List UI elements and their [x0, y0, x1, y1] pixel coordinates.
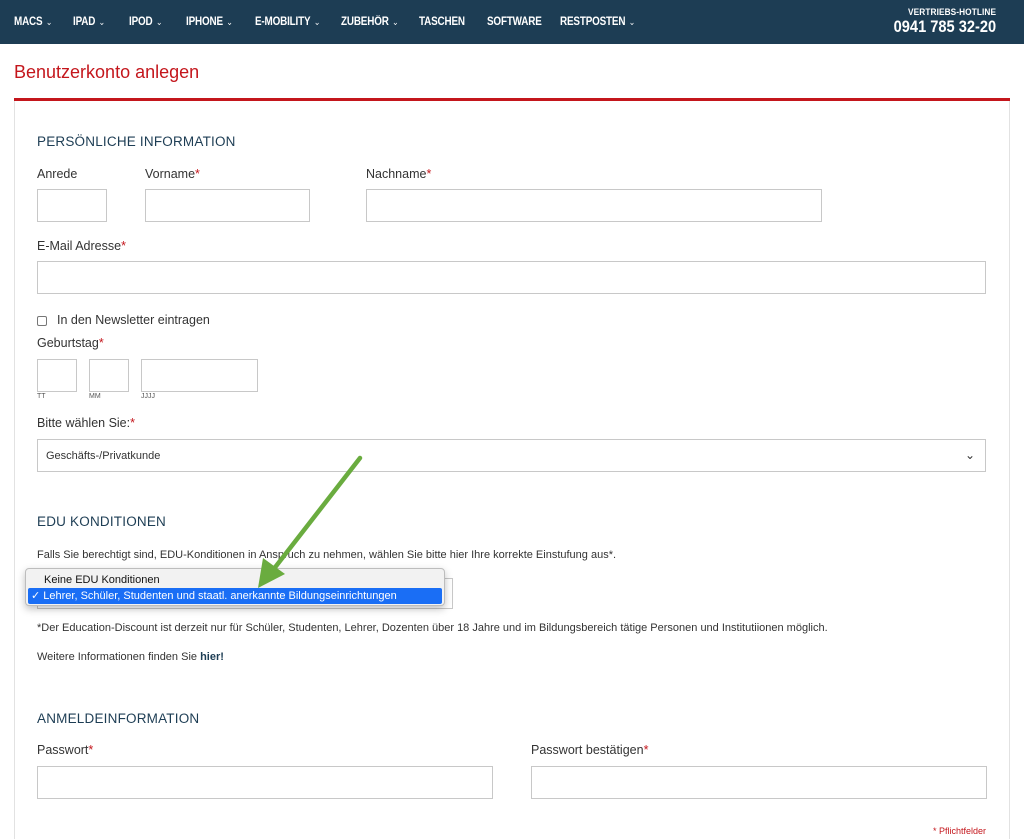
- password-confirm-label-text: Passwort bestätigen: [531, 743, 644, 757]
- more-info-text: Weitere Informationen finden Sie hier!: [37, 651, 224, 663]
- birthday-day-input[interactable]: [37, 359, 77, 392]
- email-label-text: E-Mail Adresse: [37, 239, 122, 253]
- newsletter-label[interactable]: In den Newsletter eintragen: [57, 313, 210, 327]
- password-confirm-input[interactable]: [531, 766, 987, 799]
- password-label-text: Passwort: [37, 743, 89, 757]
- required-mark: *: [98, 336, 104, 350]
- required-mark: *: [643, 743, 649, 757]
- nav-item-label: TASCHEN: [419, 16, 465, 28]
- customer-type-select[interactable]: Geschäfts-/Privatkunde ⌄: [37, 439, 986, 472]
- birthday-year-hint: JJJJ: [141, 393, 155, 400]
- customer-type-label-text: Bitte wählen Sie:: [37, 416, 131, 430]
- top-navigation: MACS ⌄ IPAD ⌄ IPOD ⌄ IPHONE ⌄ E-MOBILITY ⌄ ZU…: [0, 0, 1024, 44]
- nav-item-ipod[interactable]: IPOD ⌄: [129, 0, 162, 44]
- more-info-prefix: Weitere Informationen finden Sie: [37, 651, 201, 663]
- edu-option-teachers-students[interactable]: ✓ Lehrer, Schüler, Studenten und staatl.…: [28, 588, 442, 604]
- salutation-label-text: Anrede: [37, 167, 78, 181]
- chevron-down-icon: ⌄: [964, 448, 975, 462]
- firstname-input[interactable]: [145, 189, 310, 222]
- section-title-edu: EDU KONDITIONEN: [37, 514, 167, 529]
- chevron-down-icon: ⌄: [155, 17, 163, 27]
- birthday-year-input[interactable]: [141, 359, 258, 392]
- nav-item-zubehoer[interactable]: ZUBEHÖR ⌄: [341, 0, 399, 44]
- chevron-down-icon: ⌄: [98, 17, 105, 27]
- birthday-day-hint: TT: [37, 393, 46, 400]
- required-mark: *: [88, 743, 94, 757]
- lastname-label-text: Nachname: [366, 167, 427, 181]
- nav-item-label: RESTPOSTEN: [560, 16, 626, 28]
- customer-type-label: Bitte wählen Sie:*: [37, 416, 135, 430]
- nav-item-software[interactable]: SOFTWARE: [487, 0, 542, 44]
- lastname-input[interactable]: [366, 189, 822, 222]
- newsletter-checkbox[interactable]: [37, 316, 47, 326]
- nav-item-e-mobility[interactable]: E-MOBILITY ⌄: [255, 0, 320, 44]
- birthday-month-hint: MM: [89, 393, 101, 400]
- nav-item-macs[interactable]: MACS ⌄: [14, 0, 52, 44]
- hotline-number[interactable]: 0941 785 32-20: [894, 17, 996, 36]
- nav-item-label: SOFTWARE: [487, 16, 542, 28]
- birthday-month-input[interactable]: [89, 359, 129, 392]
- chevron-down-icon: ⌄: [226, 17, 233, 27]
- nav-item-restposten[interactable]: RESTPOSTEN ⌄: [560, 0, 635, 44]
- more-info-link[interactable]: hier!: [200, 651, 224, 663]
- edu-disclaimer: *Der Education-Discount ist derzeit nur …: [37, 622, 828, 634]
- edu-option-none[interactable]: Keine EDU Konditionen: [28, 572, 442, 588]
- required-mark: *: [195, 167, 200, 181]
- chevron-down-icon: ⌄: [392, 17, 399, 27]
- edu-dropdown-popup: Keine EDU Konditionen ✓ Lehrer, Schüler,…: [25, 568, 445, 606]
- required-mark: *: [121, 239, 126, 253]
- firstname-label-text: Vorname: [145, 167, 196, 181]
- edu-intro-text: Falls Sie berechtigt sind, EDU-Kondition…: [37, 549, 617, 561]
- hotline: VERTRIEBS-HOTLINE 0941 785 32-20: [877, 7, 996, 36]
- section-title-login: ANMELDEINFORMATION: [37, 711, 200, 726]
- nav-item-label: IPOD: [129, 16, 153, 28]
- chevron-down-icon: ⌄: [45, 17, 53, 27]
- salutation-label: Anrede: [37, 167, 77, 181]
- password-label: Passwort*: [37, 743, 93, 757]
- email-label: E-Mail Adresse*: [37, 239, 126, 253]
- chevron-down-icon: ⌄: [313, 17, 321, 27]
- required-mark: *: [130, 416, 135, 430]
- birthday-label: Geburtstag*: [37, 336, 104, 350]
- birthday-label-text: Geburtstag: [37, 336, 99, 350]
- nav-item-taschen[interactable]: TASCHEN: [419, 0, 465, 44]
- lastname-label: Nachname*: [366, 167, 431, 181]
- section-title-personal: PERSÖNLICHE INFORMATION: [37, 134, 236, 149]
- nav-item-label: IPHONE: [186, 16, 223, 28]
- nav-item-iphone[interactable]: IPHONE ⌄: [186, 0, 233, 44]
- nav-item-label: E-MOBILITY: [255, 16, 311, 28]
- nav-item-ipad[interactable]: IPAD ⌄: [73, 0, 105, 44]
- nav-item-label: ZUBEHÖR: [341, 16, 389, 28]
- customer-type-value: Geschäfts-/Privatkunde: [46, 450, 161, 462]
- required-mark: *: [426, 167, 432, 181]
- required-fields-note: * Pflichtfelder: [932, 826, 986, 836]
- page-title: Benutzerkonto anlegen: [14, 62, 200, 82]
- password-confirm-label: Passwort bestätigen*: [531, 743, 648, 757]
- nav-item-label: MACS: [14, 16, 43, 28]
- salutation-input[interactable]: [37, 189, 107, 222]
- password-input[interactable]: [37, 766, 493, 799]
- chevron-down-icon: ⌄: [628, 17, 636, 27]
- email-input[interactable]: [37, 261, 986, 294]
- nav-item-label: IPAD: [73, 16, 96, 28]
- hotline-label: VERTRIEBS-HOTLINE: [907, 7, 996, 17]
- firstname-label: Vorname*: [145, 167, 200, 181]
